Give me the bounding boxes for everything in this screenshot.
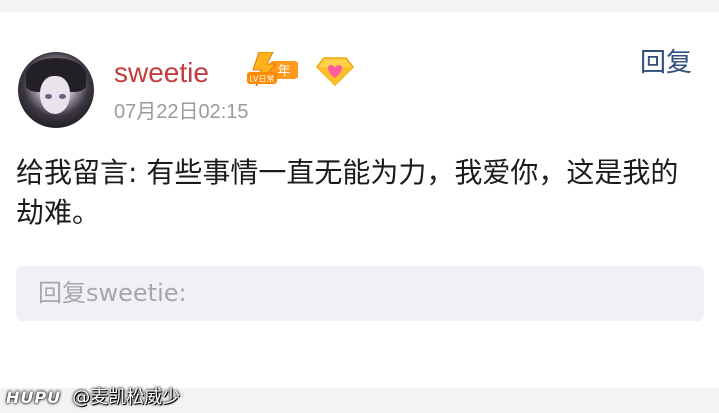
avatar-eye-left xyxy=(45,94,52,99)
username[interactable]: sweetie xyxy=(114,56,209,90)
watermark-logo: HUPU xyxy=(6,388,62,407)
lightning-level-badge-icon[interactable]: 年 LV日常 xyxy=(244,52,300,86)
avatar-eye-right xyxy=(59,94,66,99)
diamond-heart-icon[interactable] xyxy=(316,56,354,86)
watermark-handle: @麦凯松威少 xyxy=(72,387,181,408)
badge-year-text: 年 xyxy=(277,64,290,79)
reply-input[interactable]: 回复sweetie: xyxy=(16,266,704,321)
reply-button[interactable]: 回复 xyxy=(640,46,692,80)
watermark: HUPU @麦凯松威少 xyxy=(6,386,180,410)
post-timestamp: 07月22日02:15 xyxy=(114,101,249,123)
comment-text: 给我留言: 有些事情一直无能为力，我爱你，这是我的劫难。 xyxy=(16,156,679,229)
avatar[interactable] xyxy=(18,52,94,128)
badge-level-text: LV日常 xyxy=(249,75,274,84)
